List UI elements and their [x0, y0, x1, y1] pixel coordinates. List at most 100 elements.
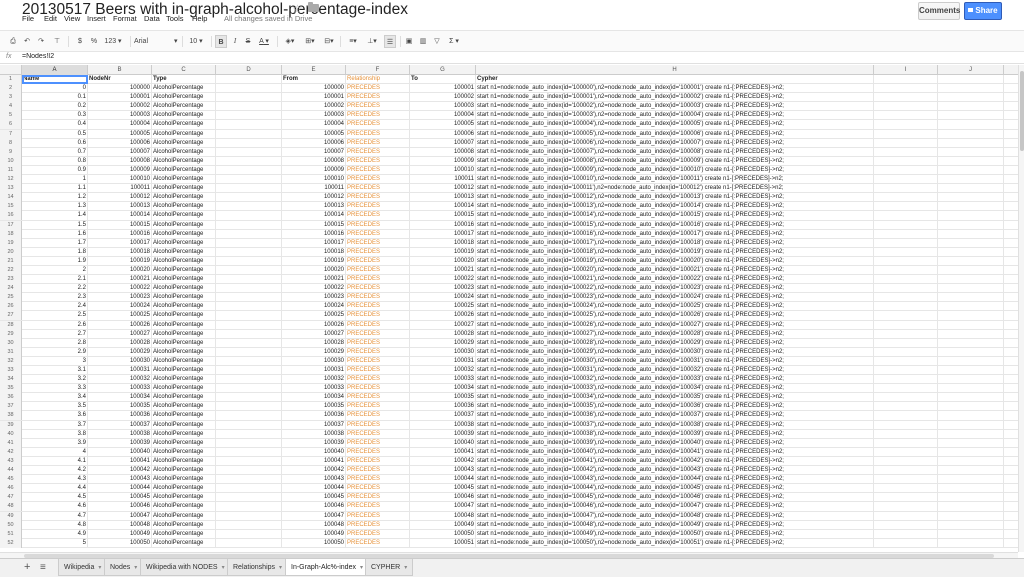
header-cell-empty[interactable]	[216, 75, 282, 84]
borders-icon[interactable]: ⊞▾	[302, 35, 318, 48]
chevron-down-icon[interactable]: ▾	[404, 565, 407, 571]
nodenr-cell[interactable]: 100026	[88, 320, 152, 330]
empty-cell[interactable]	[938, 102, 1004, 112]
row-number[interactable]: 20	[0, 247, 22, 257]
empty-cell[interactable]	[216, 411, 282, 421]
relationship-cell[interactable]: PRECEDES	[346, 102, 410, 112]
to-cell[interactable]: 100006	[410, 129, 476, 139]
cypher-cell[interactable]: start n1=node:node_auto_index(id='100018…	[476, 247, 874, 257]
nodenr-cell[interactable]: 100003	[88, 111, 152, 121]
merge-cells-icon[interactable]: ⊟▾	[322, 35, 336, 48]
nodenr-cell[interactable]: 100005	[88, 129, 152, 139]
cypher-cell[interactable]: start n1=node:node_auto_index(id='100006…	[476, 138, 874, 148]
relationship-cell[interactable]: PRECEDES	[346, 156, 410, 166]
type-cell[interactable]: AlcoholPercentage	[152, 275, 216, 285]
from-cell[interactable]: 100017	[282, 238, 346, 248]
cypher-cell[interactable]: start n1=node:node_auto_index(id='100002…	[476, 102, 874, 112]
cypher-cell[interactable]: start n1=node:node_auto_index(id='100003…	[476, 111, 874, 121]
insert-comment-icon[interactable]: ▣	[404, 35, 414, 48]
type-cell[interactable]: AlcoholPercentage	[152, 393, 216, 403]
cypher-cell[interactable]: start n1=node:node_auto_index(id='100019…	[476, 256, 874, 266]
relationship-cell[interactable]: PRECEDES	[346, 311, 410, 321]
nodenr-cell[interactable]: 100017	[88, 238, 152, 248]
empty-cell[interactable]	[938, 320, 1004, 330]
empty-cell[interactable]	[216, 493, 282, 503]
empty-cell[interactable]	[938, 111, 1004, 121]
name-cell[interactable]: 4.2	[22, 466, 88, 476]
to-cell[interactable]: 100050	[410, 529, 476, 539]
empty-cell[interactable]	[216, 475, 282, 485]
empty-cell[interactable]	[874, 502, 938, 512]
empty-cell[interactable]	[938, 438, 1004, 448]
row-number[interactable]: 39	[0, 420, 22, 430]
cypher-cell[interactable]: start n1=node:node_auto_index(id='100050…	[476, 538, 874, 548]
from-cell[interactable]: 100028	[282, 338, 346, 348]
to-cell[interactable]: 100035	[410, 393, 476, 403]
empty-cell[interactable]	[216, 538, 282, 548]
cypher-cell[interactable]: start n1=node:node_auto_index(id='100038…	[476, 429, 874, 439]
row-number[interactable]: 18	[0, 229, 22, 239]
cypher-cell[interactable]: start n1=node:node_auto_index(id='100017…	[476, 238, 874, 248]
cypher-cell[interactable]: start n1=node:node_auto_index(id='100043…	[476, 475, 874, 485]
empty-cell[interactable]	[938, 193, 1004, 203]
nodenr-cell[interactable]: 100018	[88, 247, 152, 257]
type-cell[interactable]: AlcoholPercentage	[152, 220, 216, 230]
empty-cell[interactable]	[216, 356, 282, 366]
to-cell[interactable]: 100038	[410, 420, 476, 430]
to-cell[interactable]: 100031	[410, 356, 476, 366]
relationship-cell[interactable]: PRECEDES	[346, 384, 410, 394]
to-cell[interactable]: 100016	[410, 220, 476, 230]
type-cell[interactable]: AlcoholPercentage	[152, 202, 216, 212]
name-cell[interactable]: 2.4	[22, 302, 88, 312]
nodenr-cell[interactable]: 100004	[88, 120, 152, 130]
name-cell[interactable]: 2.2	[22, 284, 88, 294]
chevron-down-icon[interactable]: ▾	[222, 565, 225, 571]
empty-cell[interactable]	[874, 111, 938, 121]
type-cell[interactable]: AlcoholPercentage	[152, 447, 216, 457]
empty-cell[interactable]	[938, 238, 1004, 248]
name-cell[interactable]: 3.4	[22, 393, 88, 403]
cypher-cell[interactable]: start n1=node:node_auto_index(id='100045…	[476, 493, 874, 503]
type-cell[interactable]: AlcoholPercentage	[152, 247, 216, 257]
from-cell[interactable]: 100044	[282, 484, 346, 494]
empty-cell[interactable]	[874, 329, 938, 339]
empty-cell[interactable]	[216, 129, 282, 139]
to-cell[interactable]: 100010	[410, 165, 476, 175]
type-cell[interactable]: AlcoholPercentage	[152, 311, 216, 321]
to-cell[interactable]: 100041	[410, 447, 476, 457]
empty-cell[interactable]	[216, 502, 282, 512]
nodenr-cell[interactable]: 100030	[88, 356, 152, 366]
empty-cell[interactable]	[938, 375, 1004, 385]
name-cell[interactable]: 3.1	[22, 366, 88, 375]
nodenr-cell[interactable]: 100050	[88, 538, 152, 548]
empty-cell[interactable]	[874, 84, 938, 94]
relationship-cell[interactable]: PRECEDES	[346, 293, 410, 303]
empty-cell[interactable]	[216, 384, 282, 394]
empty-cell[interactable]	[938, 393, 1004, 403]
empty-cell[interactable]	[874, 466, 938, 476]
empty-cell[interactable]	[938, 456, 1004, 466]
relationship-cell[interactable]: PRECEDES	[346, 484, 410, 494]
empty-cell[interactable]	[938, 147, 1004, 157]
empty-cell[interactable]	[216, 93, 282, 103]
name-cell[interactable]: 0.4	[22, 120, 88, 130]
empty-cell[interactable]	[216, 229, 282, 239]
cypher-cell[interactable]: start n1=node:node_auto_index(id='100049…	[476, 529, 874, 539]
empty-cell[interactable]	[938, 302, 1004, 312]
nodenr-cell[interactable]: 100033	[88, 384, 152, 394]
row-number[interactable]: 26	[0, 302, 22, 312]
name-cell[interactable]: 3.3	[22, 384, 88, 394]
currency-button[interactable]: $	[74, 35, 86, 48]
name-cell[interactable]: 2	[22, 265, 88, 275]
from-cell[interactable]: 100032	[282, 375, 346, 385]
column-header-c[interactable]: C	[152, 65, 216, 75]
nodenr-cell[interactable]: 100043	[88, 475, 152, 485]
nodenr-cell[interactable]: 100009	[88, 165, 152, 175]
empty-cell[interactable]	[938, 420, 1004, 430]
row-number[interactable]: 1	[0, 75, 22, 84]
row-number[interactable]: 36	[0, 393, 22, 403]
type-cell[interactable]: AlcoholPercentage	[152, 329, 216, 339]
nodenr-cell[interactable]: 100042	[88, 466, 152, 476]
empty-cell[interactable]	[938, 75, 1004, 84]
to-cell[interactable]: 100017	[410, 229, 476, 239]
